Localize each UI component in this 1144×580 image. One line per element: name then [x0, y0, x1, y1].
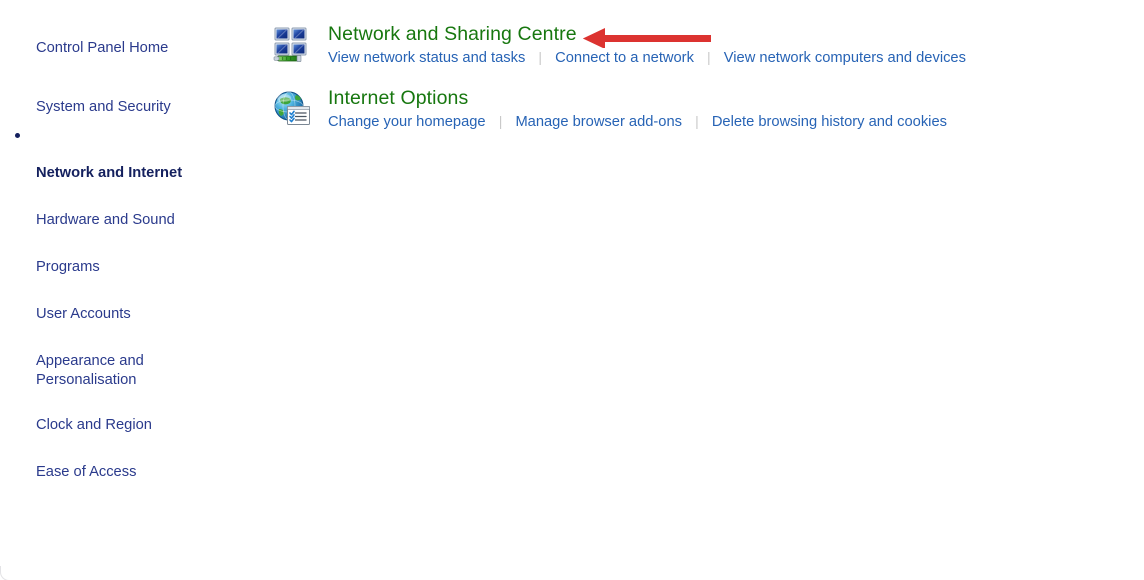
sidebar-item-label: Appearance and Personalisation — [36, 353, 144, 388]
bullet-icon — [15, 133, 20, 138]
sidebar-item-label: Hardware and Sound — [36, 212, 175, 228]
link-separator: | — [695, 113, 699, 129]
category-body: Network and Sharing Centre View network … — [328, 22, 1128, 68]
sidebar-item-ease-of-access[interactable]: Ease of Access — [0, 444, 250, 482]
sidebar-item-label: Clock and Region — [36, 417, 152, 433]
sidebar-item-label: Programs — [36, 259, 100, 275]
category-title-internet-options[interactable]: Internet Options — [328, 86, 468, 110]
link-separator: | — [707, 49, 711, 65]
sidebar-item-label: System and Security — [36, 99, 171, 115]
link-manage-browser-add-ons[interactable]: Manage browser add-ons — [515, 114, 682, 130]
category-links: Change your homepage | Manage browser ad… — [328, 112, 1128, 132]
sidebar-item-label: User Accounts — [36, 306, 131, 322]
sidebar-item-label: Control Panel Home — [36, 40, 169, 56]
link-connect-to-a-network[interactable]: Connect to a network — [555, 50, 694, 66]
sidebar-item-network-and-internet[interactable]: Network and Internet — [0, 126, 250, 183]
sidebar-item-clock-and-region[interactable]: Clock and Region — [0, 397, 250, 435]
category-body: Internet Options Change your homepage | … — [328, 86, 1128, 132]
network-sharing-centre-icon — [272, 25, 312, 65]
sidebar-item-control-panel-home[interactable]: Control Panel Home — [0, 20, 250, 58]
control-panel-category-list: Network and Sharing Centre View network … — [270, 0, 1144, 580]
category-title-network-and-sharing-centre[interactable]: Network and Sharing Centre — [328, 22, 577, 46]
sidebar-item-user-accounts[interactable]: User Accounts — [0, 286, 250, 324]
sidebar-item-label: Network and Internet — [36, 165, 183, 181]
link-separator: | — [498, 113, 503, 129]
sidebar-item-hardware-and-sound[interactable]: Hardware and Sound — [0, 192, 250, 230]
sidebar-item-programs[interactable]: Programs — [0, 239, 250, 277]
link-view-network-status-and-tasks[interactable]: View network status and tasks — [328, 50, 525, 66]
link-view-network-computers-and-devices[interactable]: View network computers and devices — [724, 50, 966, 66]
window-corner-bottom-left — [0, 566, 10, 580]
link-delete-browsing-history-and-cookies[interactable]: Delete browsing history and cookies — [712, 114, 947, 130]
sidebar-item-label: Ease of Access — [36, 464, 137, 480]
category-links: View network status and tasks | Connect … — [328, 48, 1128, 68]
link-separator: | — [538, 49, 543, 65]
internet-options-globe-icon — [272, 89, 312, 129]
sidebar-item-appearance-and-personalisation[interactable]: Appearance and Personalisation — [0, 333, 250, 390]
link-change-your-homepage[interactable]: Change your homepage — [328, 114, 486, 130]
control-panel-sidebar: Control Panel Home System and Security N… — [0, 0, 250, 580]
sidebar-item-system-and-security[interactable]: System and Security — [0, 79, 250, 117]
